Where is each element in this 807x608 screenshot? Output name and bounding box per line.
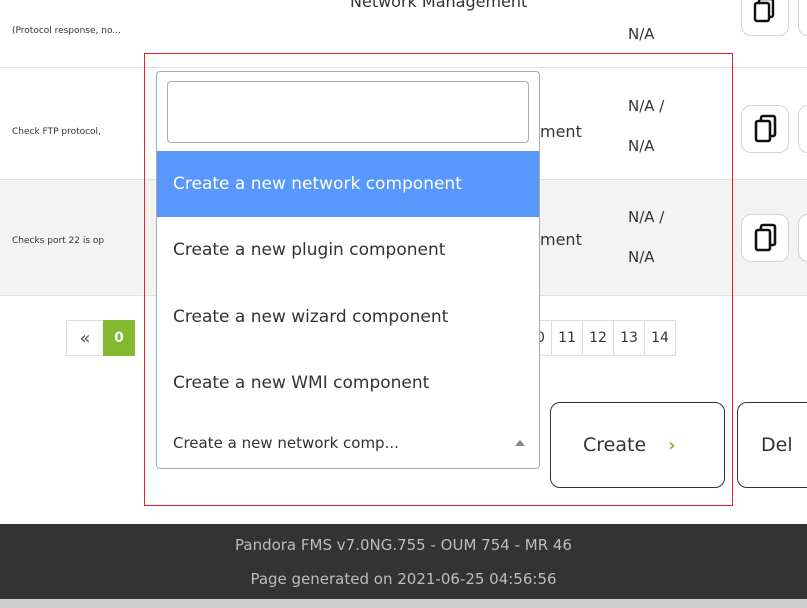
pagination-prev[interactable]: « xyxy=(66,320,104,356)
row-na: N/A xyxy=(628,25,655,43)
duplicate-button[interactable] xyxy=(741,214,789,262)
footer-generated: Page generated on 2021-06-25 04:56:56 xyxy=(250,570,557,588)
row-description: Check FTP protocol, xyxy=(12,127,101,137)
copy-icon xyxy=(754,223,777,252)
highlight-box xyxy=(144,53,733,506)
action-button[interactable] xyxy=(798,214,807,262)
row-group: Network Management xyxy=(350,0,528,11)
duplicate-button[interactable] xyxy=(741,105,789,153)
delete-button[interactable]: Del xyxy=(737,402,807,488)
duplicate-button[interactable] xyxy=(741,0,789,36)
pagination-page-active[interactable]: 0 xyxy=(103,320,135,356)
footer-version: Pandora FMS v7.0NG.755 - OUM 754 - MR 46 xyxy=(235,536,572,554)
action-button[interactable] xyxy=(798,105,807,153)
copy-icon xyxy=(753,0,775,23)
row-description: Checks port 22 is op xyxy=(12,236,105,246)
copy-icon xyxy=(754,114,777,143)
page: (Protocol response, no... Network Manage… xyxy=(0,0,807,608)
action-button[interactable] xyxy=(798,0,807,36)
delete-button-label: Del xyxy=(761,434,793,456)
bottom-strip xyxy=(0,599,807,608)
row-description: (Protocol response, no... xyxy=(12,26,121,36)
footer: Pandora FMS v7.0NG.755 - OUM 754 - MR 46… xyxy=(0,524,807,599)
